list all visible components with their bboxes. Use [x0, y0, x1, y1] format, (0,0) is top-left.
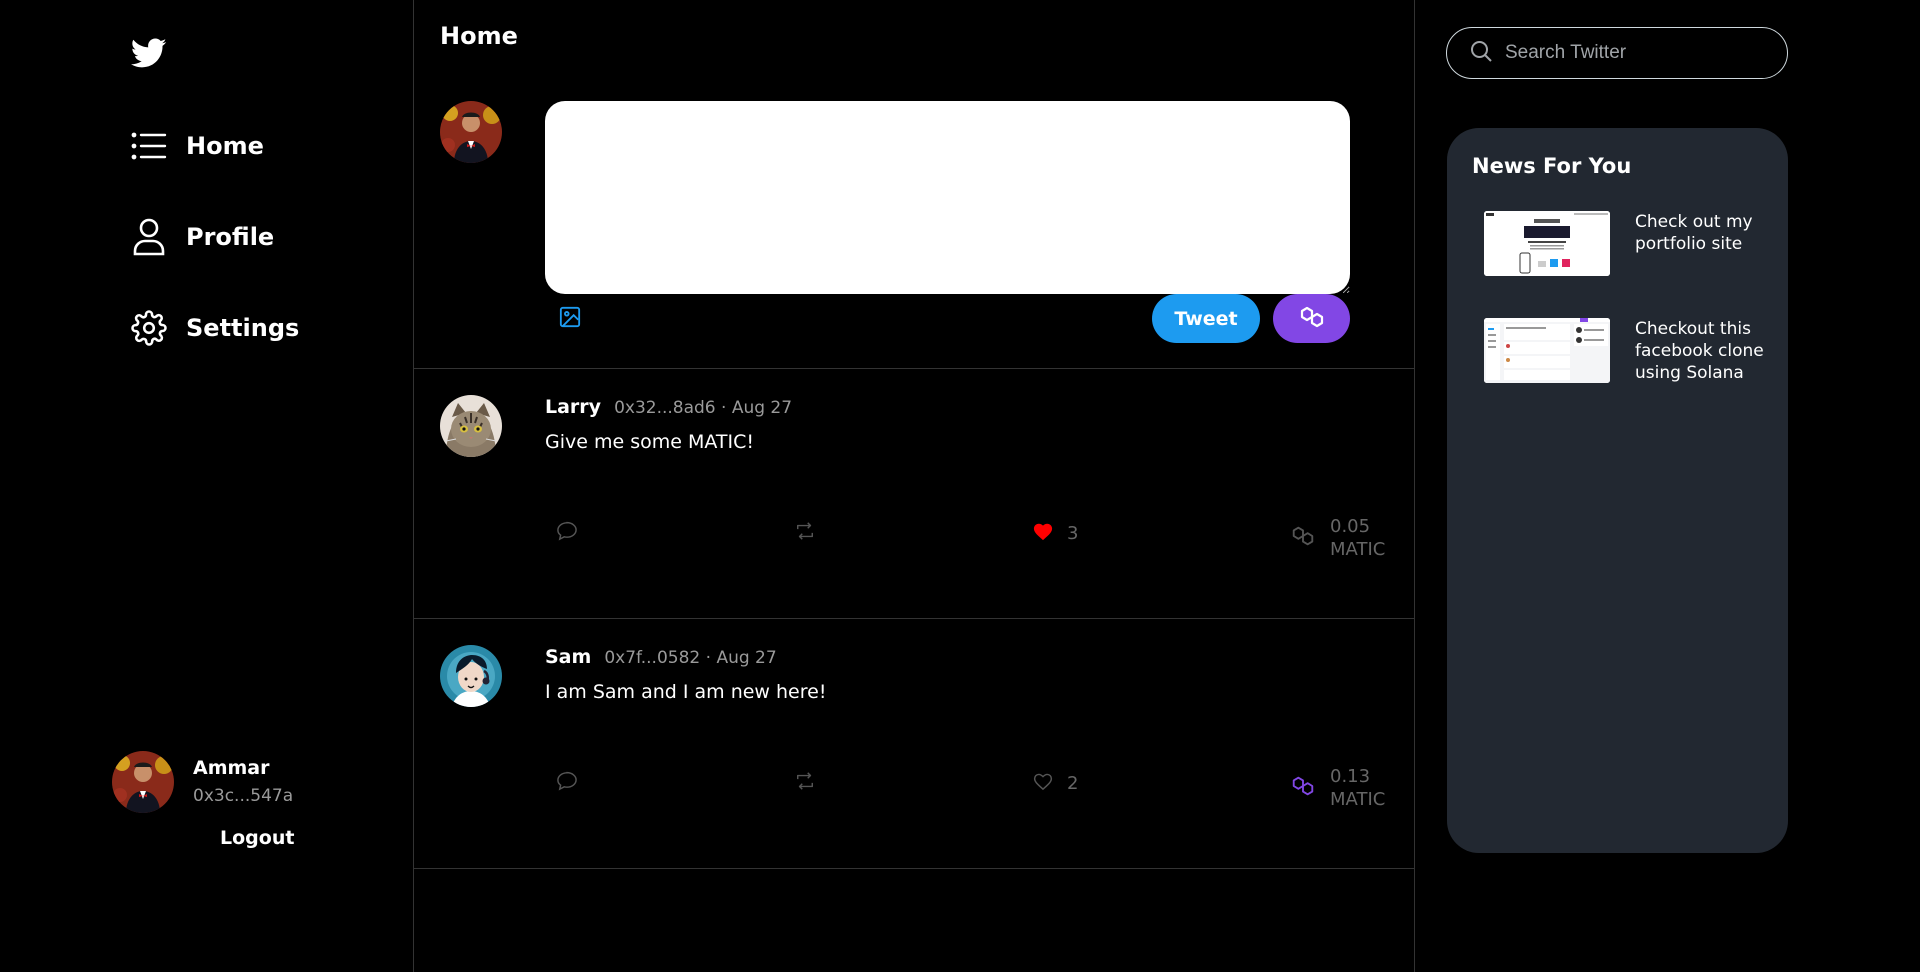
retweet-icon [794, 771, 816, 795]
tip-amount: 0.05 MATIC [1330, 515, 1390, 561]
current-user-card: Ammar 0x3c...547a Logout [112, 751, 302, 861]
search-input[interactable] [1505, 42, 1765, 64]
tip-unit: MATIC [1330, 539, 1386, 560]
tip-value: 0.05 [1330, 516, 1371, 537]
tip-button[interactable]: 0.05 MATIC [1290, 515, 1390, 561]
nav-profile[interactable]: Profile [131, 218, 275, 256]
tweet-button[interactable]: Tweet [1152, 294, 1260, 343]
news-item[interactable]: Checkout this facebook clone using Solan… [1484, 318, 1774, 384]
user-address: 0x3c...547a [193, 786, 294, 806]
like-button[interactable]: 2 [1032, 771, 1078, 795]
post-avatar[interactable] [440, 645, 502, 707]
user-avatar[interactable] [112, 751, 174, 813]
reply-button[interactable] [556, 521, 578, 545]
post-author[interactable]: Sam [545, 646, 591, 668]
comment-icon [556, 521, 578, 545]
post-handle: 0x7f...0582 · Aug 27 [604, 648, 777, 668]
search-icon [1469, 39, 1493, 67]
logout-button[interactable]: Logout [220, 827, 294, 849]
heart-filled-icon [1032, 521, 1054, 545]
nav-home-label: Home [186, 132, 264, 160]
post-avatar[interactable] [440, 395, 502, 457]
news-text: Checkout this facebook clone using Solan… [1635, 319, 1764, 383]
polygon-icon [1290, 775, 1316, 801]
like-count: 3 [1067, 522, 1079, 544]
tweet-textarea[interactable] [545, 101, 1350, 294]
news-panel: News For You Check out my portfolio site… [1447, 128, 1788, 853]
nav-home[interactable]: Home [131, 128, 264, 164]
search-box [1446, 27, 1788, 79]
tweet-post: Larry 0x32...8ad6 · Aug 27 Give me some … [414, 369, 1414, 619]
like-count: 2 [1067, 772, 1079, 794]
twitter-logo-icon[interactable] [130, 38, 167, 70]
user-name: Ammar [193, 757, 270, 779]
tweet-composer: Home Tweet [414, 0, 1414, 369]
post-author[interactable]: Larry [545, 396, 601, 418]
tip-unit: MATIC [1330, 789, 1386, 810]
retweet-button[interactable] [794, 521, 816, 545]
nav-settings-label: Settings [186, 314, 300, 342]
reply-button[interactable] [556, 771, 578, 795]
main-feed: Home Tweet Larry 0x32...8ad6 · Aug 27 Gi… [413, 0, 1415, 972]
retweet-icon [794, 521, 816, 545]
list-icon [131, 128, 167, 164]
post-handle: 0x32...8ad6 · Aug 27 [614, 398, 793, 418]
news-title: News For You [1472, 154, 1632, 178]
page-title: Home [440, 22, 518, 50]
composer-avatar [440, 101, 502, 163]
nav-profile-label: Profile [186, 223, 275, 251]
like-button[interactable]: 3 [1032, 521, 1078, 545]
nav-settings[interactable]: Settings [131, 310, 299, 346]
news-thumbnail [1484, 211, 1610, 276]
post-meta: Larry 0x32...8ad6 · Aug 27 [545, 396, 792, 418]
tip-button[interactable]: 0.13 MATIC [1290, 765, 1390, 811]
news-item[interactable]: Check out my portfolio site [1484, 211, 1774, 276]
tip-value: 0.13 [1330, 766, 1371, 787]
tip-amount: 0.13 MATIC [1330, 765, 1390, 811]
polygon-icon [1298, 306, 1326, 331]
user-icon [131, 218, 167, 256]
retweet-button[interactable] [794, 771, 816, 795]
matic-tweet-button[interactable] [1273, 294, 1350, 343]
heart-outline-icon [1032, 771, 1054, 795]
comment-icon [556, 771, 578, 795]
news-text: Check out my portfolio site [1635, 212, 1753, 254]
tweet-post: Sam 0x7f...0582 · Aug 27 I am Sam and I … [414, 619, 1414, 869]
post-meta: Sam 0x7f...0582 · Aug 27 [545, 646, 777, 668]
image-upload-icon[interactable] [559, 306, 585, 332]
polygon-icon [1290, 525, 1316, 551]
post-text: I am Sam and I am new here! [545, 681, 827, 703]
left-sidebar: Home Profile Settings Ammar 0x3c...547a … [0, 0, 413, 972]
news-thumbnail [1484, 318, 1610, 383]
gear-icon [131, 310, 167, 346]
post-text: Give me some MATIC! [545, 431, 754, 453]
